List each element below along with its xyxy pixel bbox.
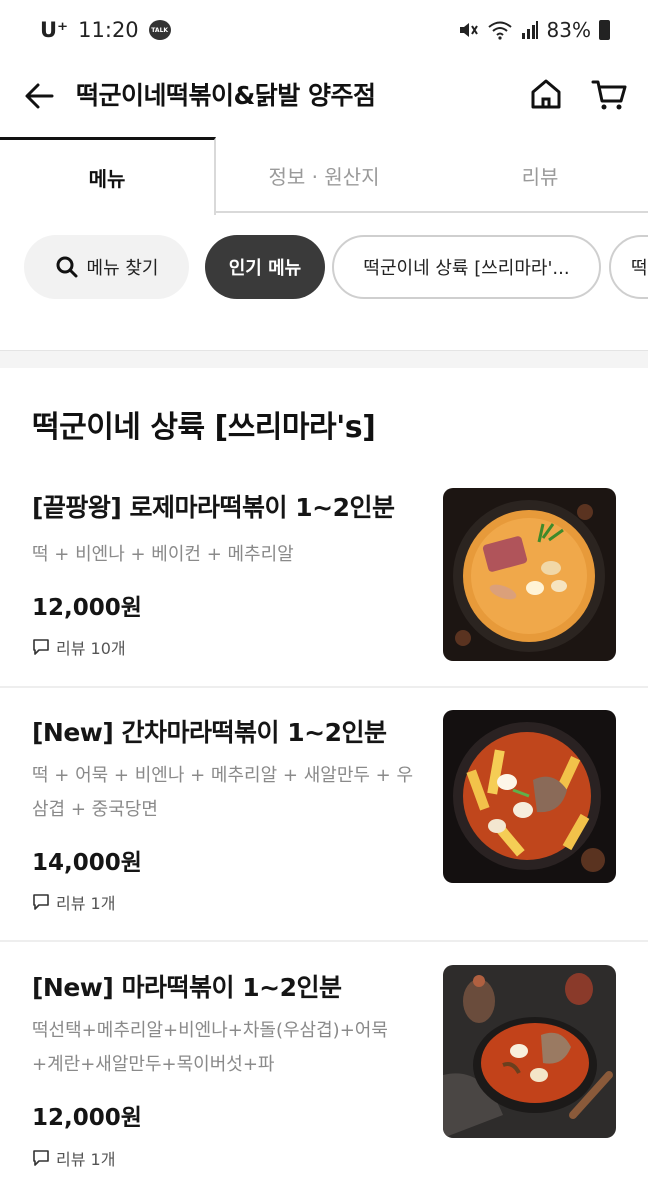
menu-item-name: [끝팡왕] 로제마라떡볶이 1~2인분 <box>32 493 395 522</box>
menu-item-review-count: 리뷰 1개 <box>56 1150 116 1169</box>
speech-bubble-icon <box>33 639 49 655</box>
cart-icon[interactable] <box>590 76 628 114</box>
signal-icon <box>521 21 538 39</box>
menu-item-name: [New] 간차마라떡볶이 1~2인분 <box>32 718 387 747</box>
tab-info-origin[interactable]: 정보 · 원산지 <box>216 137 432 213</box>
item-separator <box>0 940 648 942</box>
menu-item-photo-rose-mala <box>443 488 616 661</box>
menu-search-label: 메뉴 찾기 <box>86 258 159 279</box>
menu-item-price: 14,000원 <box>32 850 142 876</box>
section-title: 떡군이네 상륙 [쓰리마라's] <box>32 410 376 445</box>
status-bar: U⁺ 11:20 TALK 83% <box>0 0 648 62</box>
search-icon <box>56 256 78 278</box>
chip-popular-menu[interactable]: 인기 메뉴 <box>205 235 325 299</box>
menu-item-price: 12,000원 <box>32 1105 142 1131</box>
app-header: 떡군이네떡볶이&닭발 양주점 <box>0 62 648 138</box>
status-right: 83% <box>457 18 610 42</box>
item-separator <box>0 686 648 688</box>
mute-icon <box>459 23 478 37</box>
back-arrow-icon[interactable] <box>22 78 58 114</box>
menu-item-review: 리뷰 10개 <box>32 635 126 659</box>
speech-bubble-icon <box>33 1150 49 1166</box>
clock-time: 11:20 <box>78 18 139 42</box>
menu-item-description: 떡 + 비엔나 + 베이컨 + 메추리알 <box>32 544 294 565</box>
chip-category-next[interactable]: 떡 <box>609 235 648 299</box>
menu-item-review: 리뷰 1개 <box>32 1146 115 1170</box>
menu-item-review-count: 리뷰 1개 <box>56 894 116 913</box>
battery-icon <box>599 20 610 40</box>
menu-item-description: 떡선택+메추리알+비엔나+차돌(우삼겹)+어묵+계란+새알만두+목이버섯+파 <box>32 1020 388 1075</box>
menu-item-photo-ganja-mala <box>443 710 616 883</box>
menu-search-button[interactable]: 메뉴 찾기 <box>24 235 189 299</box>
tab-menu[interactable]: 메뉴 <box>0 137 216 215</box>
menu-item-photo-mala <box>443 965 616 1138</box>
wifi-icon <box>487 21 512 40</box>
category-chips: 메뉴 찾기 인기 메뉴 떡군이네 상륙 [쓰리마라'... 떡 <box>0 235 648 301</box>
menu-item-name: [New] 마라떡볶이 1~2인분 <box>32 973 342 1002</box>
store-title: 떡군이네떡볶이&닭발 양주점 <box>76 81 376 110</box>
carrier-label: U⁺ <box>40 18 69 42</box>
menu-item-review: 리뷰 1개 <box>32 890 115 914</box>
menu-item-review-count: 리뷰 10개 <box>56 639 126 658</box>
speech-bubble-icon <box>33 894 49 910</box>
battery-percent: 83% <box>546 18 591 42</box>
kakaotalk-notification-icon: TALK <box>148 20 171 40</box>
status-left: U⁺ 11:20 TALK <box>40 18 171 42</box>
home-icon[interactable] <box>528 76 564 112</box>
menu-item-price: 12,000원 <box>32 595 142 621</box>
section-divider <box>0 350 648 368</box>
chip-category-three-mala[interactable]: 떡군이네 상륙 [쓰리마라'... <box>332 235 601 299</box>
menu-item-description: 떡 + 어묵 + 비엔나 + 메추리알 + 새알만두 + 우삼겹 + 중국당면 <box>32 765 414 820</box>
tab-reviews[interactable]: 리뷰 <box>432 137 648 213</box>
menu-tabs: 메뉴 정보 · 원산지 리뷰 <box>0 137 648 215</box>
